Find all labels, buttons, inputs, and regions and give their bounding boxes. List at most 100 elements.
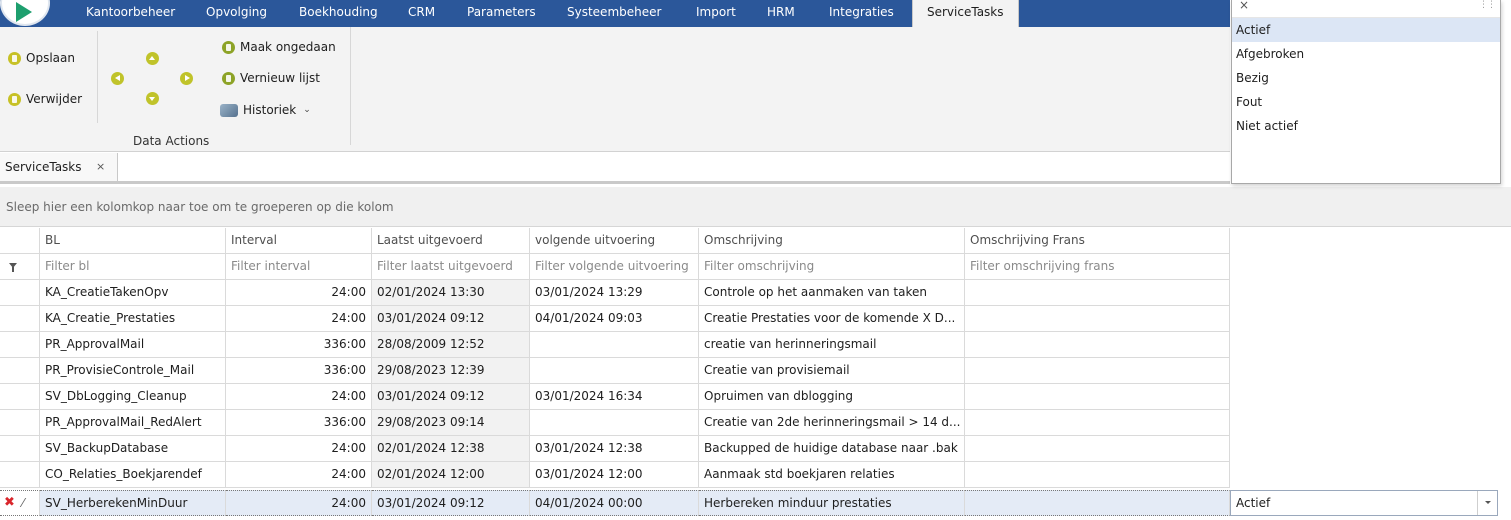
cell-bl[interactable]: SV_BackupDatabase — [40, 436, 226, 462]
cell-volgende-uitvoering[interactable]: 04/01/2024 09:03 — [530, 306, 699, 332]
cell-bl[interactable]: PR_ApprovalMail_RedAlert — [40, 410, 226, 436]
cell-omschrijving[interactable]: Aanmaak std boekjaren relaties — [699, 462, 965, 488]
cell-omschrijving-frans[interactable] — [965, 384, 1230, 410]
menu-kantoorbeheer[interactable]: Kantoorbeheer — [86, 0, 175, 27]
filter-bl-input[interactable]: Filter bl — [40, 254, 226, 280]
column-header-laatst-uitgevoerd[interactable]: Laatst uitgevoerd — [372, 228, 530, 254]
column-header-volgende-uitvoering[interactable]: volgende uitvoering — [530, 228, 699, 254]
cell-interval[interactable]: 24:00 — [226, 306, 372, 332]
cell-laatst-uitgevoerd[interactable]: 29/08/2023 09:14 — [372, 410, 530, 436]
cell-laatst-uitgevoerd[interactable]: 03/01/2024 09:12 — [372, 306, 530, 332]
cell-omschrijving[interactable]: creatie van herinneringsmail — [699, 332, 965, 358]
cell-bl[interactable]: KA_Creatie_Prestaties — [40, 306, 226, 332]
cell-bl[interactable]: PR_ApprovalMail — [40, 332, 226, 358]
row-indicator[interactable]: ✖ ⁄ — [0, 490, 40, 516]
cell-omschrijving[interactable]: Opruimen van dblogging — [699, 384, 965, 410]
row-indicator[interactable] — [0, 332, 40, 358]
cell-omschrijving-frans[interactable] — [965, 306, 1230, 332]
row-indicator[interactable] — [0, 384, 40, 410]
cell-bl[interactable]: PR_ProvisieControle_Mail — [40, 358, 226, 384]
delete-button[interactable]: Verwijder — [8, 92, 82, 106]
cell-bl[interactable]: SV_DbLogging_Cleanup — [40, 384, 226, 410]
cell-volgende-uitvoering[interactable] — [530, 358, 699, 384]
status-combobox[interactable]: Actief — [1230, 490, 1498, 516]
navigate-last-icon[interactable] — [180, 72, 193, 85]
cell-volgende-uitvoering[interactable] — [530, 332, 699, 358]
row-indicator[interactable] — [0, 436, 40, 462]
cell-omschrijving-frans[interactable] — [965, 436, 1230, 462]
close-icon[interactable]: × — [96, 153, 105, 181]
cell-interval[interactable]: 336:00 — [226, 358, 372, 384]
navigate-up-icon[interactable] — [146, 52, 159, 65]
cell-interval[interactable]: 336:00 — [226, 410, 372, 436]
cell-omschrijving-frans[interactable] — [965, 332, 1230, 358]
cell-omschrijving-frans[interactable] — [965, 462, 1230, 488]
table-row[interactable]: KA_Creatie_Prestaties 24:00 03/01/2024 0… — [0, 306, 1511, 332]
cell-laatst-uitgevoerd[interactable]: 28/08/2009 12:52 — [372, 332, 530, 358]
menu-import[interactable]: Import — [696, 0, 736, 27]
table-row[interactable]: KA_CreatieTakenOpv 24:00 02/01/2024 13:3… — [0, 280, 1511, 306]
table-row[interactable]: PR_ApprovalMail_RedAlert 336:00 29/08/20… — [0, 410, 1511, 436]
table-row[interactable]: CO_Relaties_Boekjarendef 24:00 02/01/202… — [0, 462, 1511, 488]
table-row[interactable]: SV_BackupDatabase 24:00 02/01/2024 12:38… — [0, 436, 1511, 462]
dropdown-option-fout[interactable]: Fout — [1232, 90, 1500, 114]
row-indicator[interactable] — [0, 462, 40, 488]
cell-omschrijving-frans[interactable] — [965, 410, 1230, 436]
menu-boekhouding[interactable]: Boekhouding — [299, 0, 378, 27]
cell-volgende-uitvoering[interactable]: 03/01/2024 12:00 — [530, 462, 699, 488]
filter-omschrijving-input[interactable]: Filter omschrijving — [699, 254, 965, 280]
filter-volgende-uitvoering-input[interactable]: Filter volgende uitvoering — [530, 254, 699, 280]
cell-bl[interactable]: CO_Relaties_Boekjarendef — [40, 462, 226, 488]
refresh-list-button[interactable]: Vernieuw lijst — [222, 71, 320, 85]
menu-opvolging[interactable]: Opvolging — [206, 0, 267, 27]
undo-button[interactable]: Maak ongedaan — [222, 40, 336, 54]
table-row[interactable]: PR_ApprovalMail 336:00 28/08/2009 12:52 … — [0, 332, 1511, 358]
cell-omschrijving-frans[interactable] — [965, 280, 1230, 306]
cell-omschrijving[interactable]: Controle op het aanmaken van taken — [699, 280, 965, 306]
cell-laatst-uitgevoerd[interactable]: 02/01/2024 12:00 — [372, 462, 530, 488]
cell-laatst-uitgevoerd[interactable]: 02/01/2024 13:30 — [372, 280, 530, 306]
dropdown-option-actief[interactable]: Actief — [1232, 18, 1500, 42]
filter-omschrijving-frans-input[interactable]: Filter omschrijving frans — [965, 254, 1230, 280]
menu-parameters[interactable]: Parameters — [467, 0, 536, 27]
cell-omschrijving[interactable]: Creatie Prestaties voor de komende X D..… — [699, 306, 965, 332]
table-row-selected[interactable]: ✖ ⁄ SV_HerberekenMinDuur 24:00 03/01/202… — [0, 490, 1511, 516]
cell-interval[interactable]: 24:00 — [226, 280, 372, 306]
column-header-omschrijving-frans[interactable]: Omschrijving Frans — [965, 228, 1230, 254]
navigate-first-icon[interactable] — [111, 72, 124, 85]
history-button[interactable]: Historiek ⌄ — [220, 103, 311, 117]
cell-bl[interactable]: SV_HerberekenMinDuur — [40, 490, 226, 516]
resize-grip-icon[interactable]: ⋮⋮ — [1479, 0, 1496, 10]
cell-laatst-uitgevoerd[interactable]: 02/01/2024 12:38 — [372, 436, 530, 462]
menu-systeembeheer[interactable]: Systeembeheer — [567, 0, 661, 27]
dropdown-option-niet-actief[interactable]: Niet actief — [1232, 114, 1500, 138]
cell-volgende-uitvoering[interactable]: 04/01/2024 00:00 — [530, 490, 699, 516]
dropdown-option-bezig[interactable]: Bezig — [1232, 66, 1500, 90]
cell-interval[interactable]: 336:00 — [226, 332, 372, 358]
save-button[interactable]: Opslaan — [8, 51, 75, 65]
tab-servicetasks[interactable]: ServiceTasks × — [0, 153, 118, 181]
dropdown-option-afgebroken[interactable]: Afgebroken — [1232, 42, 1500, 66]
cell-omschrijving[interactable]: Herbereken minduur prestaties — [699, 490, 965, 516]
navigate-down-icon[interactable] — [146, 92, 159, 105]
cell-volgende-uitvoering[interactable]: 03/01/2024 13:29 — [530, 280, 699, 306]
row-indicator[interactable] — [0, 280, 40, 306]
table-row[interactable]: PR_ProvisieControle_Mail 336:00 29/08/20… — [0, 358, 1511, 384]
cell-volgende-uitvoering[interactable]: 03/01/2024 12:38 — [530, 436, 699, 462]
column-header-bl[interactable]: BL — [40, 228, 226, 254]
menu-hrm[interactable]: HRM — [767, 0, 795, 27]
cell-volgende-uitvoering[interactable]: 03/01/2024 16:34 — [530, 384, 699, 410]
close-icon[interactable]: × — [1239, 0, 1249, 12]
table-row[interactable]: SV_DbLogging_Cleanup 24:00 03/01/2024 09… — [0, 384, 1511, 410]
cell-omschrijving[interactable]: Creatie van 2de herinneringsmail > 14 d.… — [699, 410, 965, 436]
menu-servicetasks[interactable]: ServiceTasks — [912, 0, 1019, 27]
menu-crm[interactable]: CRM — [408, 0, 435, 27]
cell-laatst-uitgevoerd[interactable]: 29/08/2023 12:39 — [372, 358, 530, 384]
cell-omschrijving-frans[interactable] — [965, 490, 1230, 516]
cell-omschrijving[interactable]: Creatie van provisiemail — [699, 358, 965, 384]
chevron-down-icon[interactable] — [1477, 491, 1497, 515]
column-header-omschrijving[interactable]: Omschrijving — [699, 228, 965, 254]
column-header-interval[interactable]: Interval — [226, 228, 372, 254]
cell-bl[interactable]: KA_CreatieTakenOpv — [40, 280, 226, 306]
cell-interval[interactable]: 24:00 — [226, 490, 372, 516]
